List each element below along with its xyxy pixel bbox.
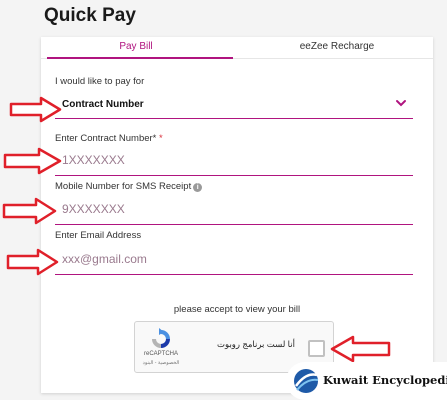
- tab-pay-bill[interactable]: Pay Bill: [41, 41, 231, 52]
- recaptcha-terms-link[interactable]: الخصوصية - البنود: [137, 360, 185, 366]
- watermark-text: Kuwait Encyclopedia: [323, 373, 447, 387]
- contract-number-input[interactable]: 1XXXXXXX: [62, 153, 125, 167]
- arrow-right-icon: [2, 197, 57, 225]
- recaptcha-label: أنا لست برنامج روبوت: [217, 339, 295, 349]
- recaptcha-checkbox[interactable]: [308, 340, 325, 357]
- mobile-number-input[interactable]: 9XXXXXXX: [62, 202, 125, 216]
- recaptcha-brand: reCAPTCHA: [143, 351, 178, 357]
- accept-text: please accept to view your bill: [173, 304, 301, 315]
- pay-for-select-value[interactable]: Contract Number: [62, 99, 144, 110]
- tab-eezee-recharge[interactable]: eeZee Recharge: [241, 41, 433, 52]
- globe-logo-icon: [294, 369, 319, 393]
- chevron-down-icon[interactable]: [394, 96, 408, 110]
- mobile-number-underline: [55, 224, 413, 225]
- contract-number-underline: [55, 175, 413, 176]
- info-icon[interactable]: i: [193, 183, 203, 192]
- active-tab-indicator: [47, 57, 233, 59]
- recaptcha-logo-icon: [152, 328, 170, 348]
- arrow-right-icon: [3, 147, 62, 175]
- email-label: Enter Email Address: [55, 230, 142, 241]
- page-title: Quick Pay: [44, 5, 136, 26]
- email-input[interactable]: xxx@gmail.com: [62, 252, 147, 266]
- arrow-left-icon: [330, 335, 391, 363]
- pay-for-underline: [55, 118, 413, 119]
- pay-for-label: I would like to pay for: [55, 76, 145, 87]
- email-underline: [55, 274, 413, 275]
- mobile-number-label: Mobile Number for SMS Receipt i: [55, 181, 203, 192]
- arrow-right-icon: [6, 248, 59, 276]
- tab-bar: Pay Bill eeZee Recharge: [41, 37, 433, 59]
- watermark-badge: Kuwait Encyclopedia: [286, 362, 447, 400]
- arrow-right-icon: [9, 96, 62, 123]
- contract-number-label: Enter Contract Number* *: [55, 133, 163, 144]
- required-mark: *: [159, 133, 163, 144]
